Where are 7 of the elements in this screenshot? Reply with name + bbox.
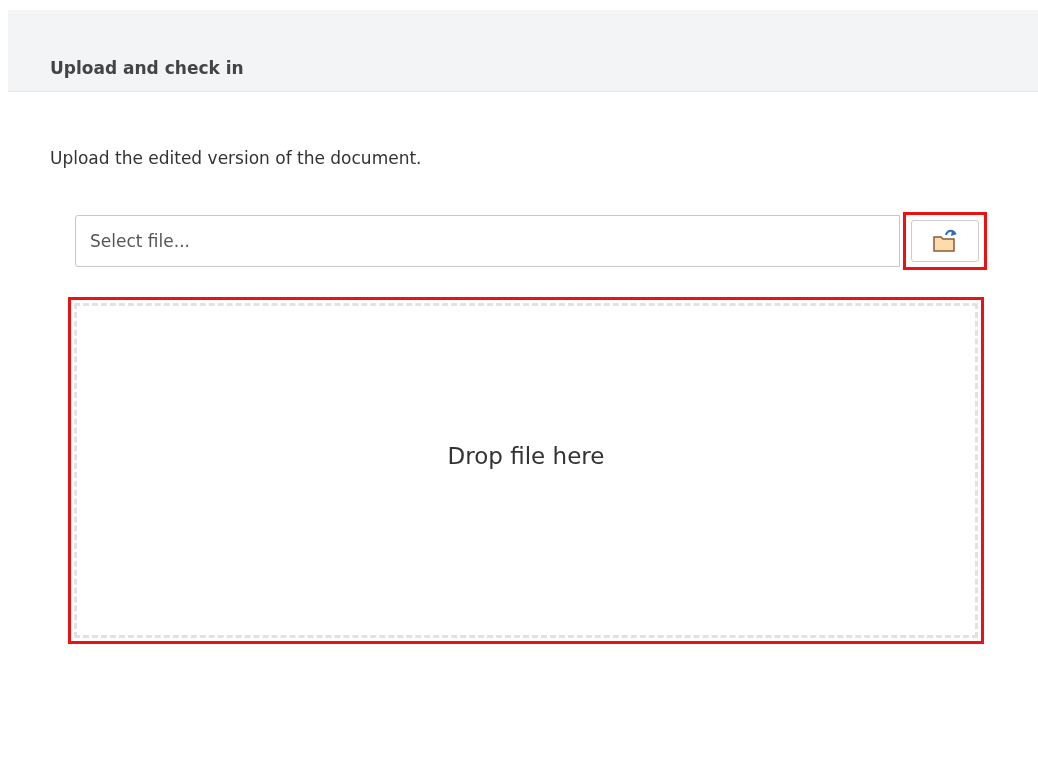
drop-zone-label: Drop file here <box>447 442 605 469</box>
description-text: Upload the edited version of the document. <box>50 148 423 168</box>
dialog-title: Upload and check in <box>50 58 244 78</box>
folder-icon <box>932 229 958 253</box>
drop-zone[interactable]: Drop file here <box>74 303 978 638</box>
browse-button[interactable] <box>911 220 979 262</box>
file-input-field[interactable]: Select file... <box>75 215 900 267</box>
